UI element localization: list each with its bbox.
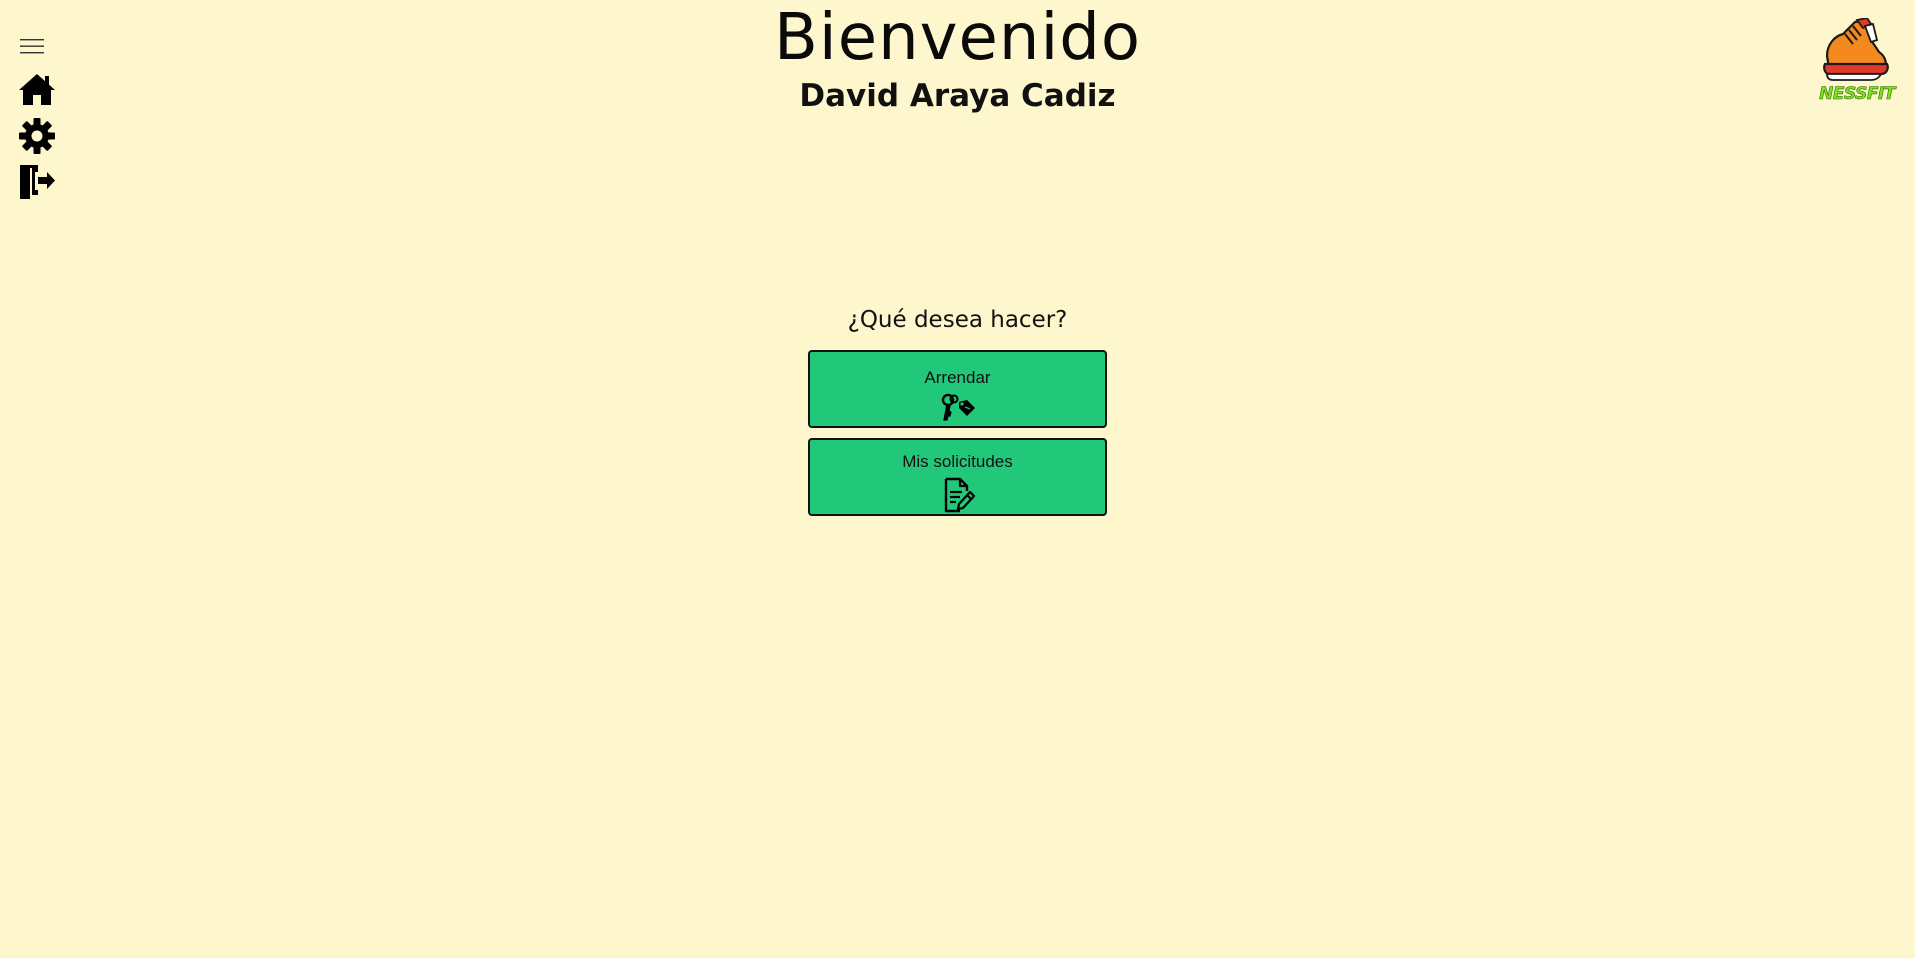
user-name: David Araya Cadiz bbox=[799, 78, 1116, 114]
mis-solicitudes-label: Mis solicitudes bbox=[902, 451, 1013, 471]
question-text: ¿Qué desea hacer? bbox=[847, 307, 1068, 333]
keys-tag-icon bbox=[941, 393, 975, 421]
nessfit-logo[interactable]: NESSFIT bbox=[1815, 18, 1899, 104]
gear-icon bbox=[19, 118, 55, 154]
settings-button[interactable] bbox=[18, 117, 58, 157]
logo-text: NESSFIT bbox=[1819, 84, 1896, 105]
arrendar-label: Arrendar bbox=[924, 367, 991, 387]
header: Bienvenido David Araya Cadiz bbox=[0, 0, 1915, 116]
arrendar-button[interactable]: Arrendar bbox=[808, 350, 1107, 428]
logout-door-icon bbox=[20, 165, 55, 199]
main-content: ¿Qué desea hacer? Arrendar Mis solicitud… bbox=[0, 302, 1915, 526]
mis-solicitudes-button[interactable]: Mis solicitudes bbox=[808, 438, 1107, 516]
document-edit-icon bbox=[944, 477, 975, 512]
page-title: Bienvenido bbox=[774, 1, 1141, 75]
sneaker-logo-icon bbox=[1823, 18, 1889, 81]
page: Bienvenido David Araya Cadiz NESSFIT ¿Qu… bbox=[0, 0, 1915, 958]
logout-button[interactable] bbox=[18, 162, 58, 202]
